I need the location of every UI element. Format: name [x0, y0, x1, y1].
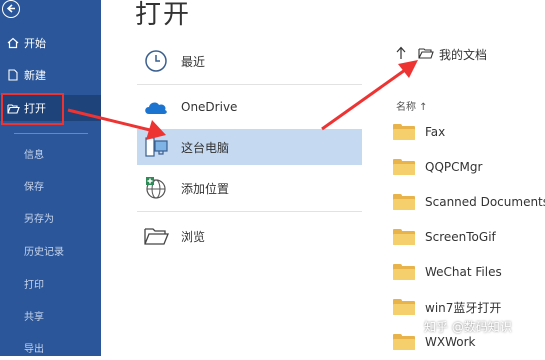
annotation-arrows	[67, 60, 418, 140]
annotation-arrow	[67, 108, 151, 132]
annotation-arrowhead	[146, 120, 166, 140]
annotation-arrowhead	[398, 60, 418, 78]
watermark: 知乎 @数码知识	[424, 320, 512, 334]
annotation-arrow	[321, 68, 406, 131]
